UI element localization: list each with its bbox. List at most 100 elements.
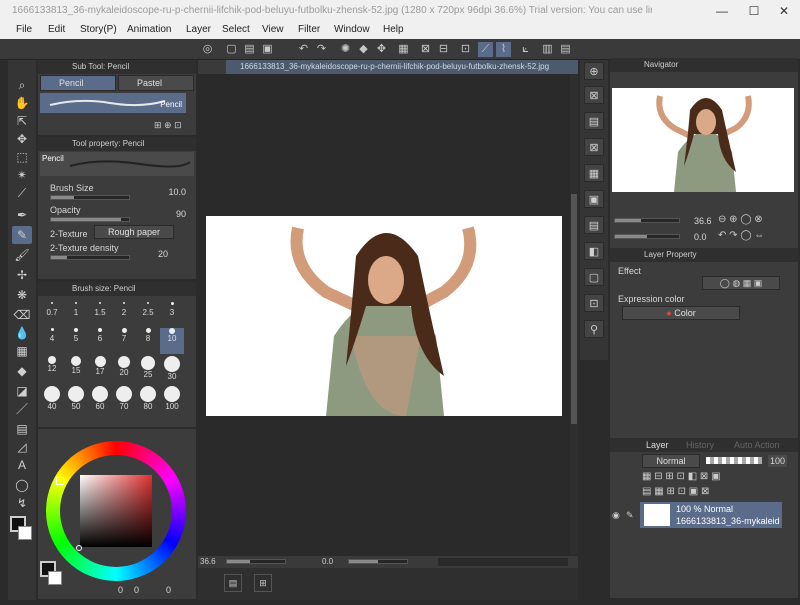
sub-color-swatch[interactable] bbox=[18, 526, 32, 540]
navigator-icon[interactable]: ⊕ bbox=[584, 62, 604, 80]
brush-size-option[interactable]: 30 bbox=[168, 372, 177, 381]
menu-window[interactable]: Window bbox=[334, 24, 370, 35]
redo-icon[interactable]: ↷ bbox=[314, 42, 329, 57]
hue-picker-cursor[interactable] bbox=[56, 477, 64, 485]
brush-size-option[interactable]: 15 bbox=[72, 366, 81, 375]
grid-snap-icon[interactable]: ⟀ bbox=[518, 42, 533, 57]
gradient-icon[interactable]: ◪ bbox=[12, 382, 32, 400]
paste-icon[interactable]: ▣ bbox=[584, 190, 604, 208]
brush-size-option[interactable]: 80 bbox=[144, 402, 153, 411]
texture-dropdown[interactable]: Rough paper bbox=[94, 225, 174, 239]
brush-size-option[interactable]: 12 bbox=[48, 364, 57, 373]
figure-icon[interactable]: ／ bbox=[12, 400, 32, 418]
vertical-scroll-thumb[interactable] bbox=[571, 194, 577, 424]
menu-edit[interactable]: Edit bbox=[48, 24, 65, 35]
layer-op-icons[interactable]: ▦ ⊟ ⊞ ⊡ ◧ ⊠ ▣ bbox=[642, 471, 721, 482]
brush-size-option[interactable]: 2.5 bbox=[142, 308, 153, 317]
ruler-icon[interactable]: ◿ bbox=[12, 438, 32, 456]
menu-select[interactable]: Select bbox=[222, 24, 250, 35]
sub-tool-item-pencil[interactable]: Pencil bbox=[40, 93, 186, 113]
layer-icon[interactable]: ⊠ bbox=[584, 86, 604, 104]
brush-size-option[interactable]: 4 bbox=[50, 334, 54, 343]
brush-size-option[interactable]: 3 bbox=[170, 308, 174, 317]
brush-size-value[interactable]: 10.0 bbox=[142, 187, 186, 197]
brush-size-option[interactable]: 7 bbox=[122, 334, 126, 343]
brush-icon[interactable]: 🖌 bbox=[12, 246, 32, 264]
sub-tool-tab-pastel[interactable]: Pastel bbox=[118, 75, 194, 91]
brush-size-option[interactable]: 17 bbox=[96, 367, 105, 376]
menu-filter[interactable]: Filter bbox=[298, 24, 320, 35]
menu-view[interactable]: View bbox=[262, 24, 284, 35]
eyedropper-icon[interactable]: ⟋ bbox=[12, 184, 32, 202]
brush-size-option[interactable]: 20 bbox=[120, 368, 129, 377]
fill-icon[interactable]: ◆ bbox=[12, 362, 32, 380]
correct-line-icon[interactable]: ↯ bbox=[12, 494, 32, 512]
brush-size-option[interactable]: 25 bbox=[144, 370, 153, 379]
brush-size-option[interactable]: 5 bbox=[74, 334, 78, 343]
navigator-rotation-value[interactable]: 0.0 bbox=[694, 232, 707, 242]
decoration-icon[interactable]: ❋ bbox=[12, 286, 32, 304]
selection-icon[interactable]: ⬚ bbox=[12, 148, 32, 166]
brush-size-option[interactable]: 100 bbox=[165, 402, 178, 411]
texture-density-value[interactable]: 20 bbox=[142, 249, 168, 259]
frame-icon[interactable]: ▤ bbox=[12, 420, 32, 438]
tab-history[interactable]: History bbox=[686, 440, 714, 450]
menu-animation[interactable]: Animation bbox=[127, 24, 171, 35]
settings-icon[interactable]: ▤ bbox=[558, 42, 573, 57]
saturation-value-square[interactable] bbox=[80, 475, 152, 547]
brush-size-option-selected[interactable]: 10 bbox=[168, 334, 177, 343]
tab-auto-action[interactable]: Auto Action bbox=[734, 440, 780, 450]
person-icon[interactable]: ⚲ bbox=[584, 320, 604, 338]
brush-size-slider[interactable] bbox=[50, 195, 130, 200]
brush-size-option[interactable]: 0.7 bbox=[46, 308, 57, 317]
timeline-icon[interactable]: ▤ bbox=[224, 574, 242, 592]
navigator-thumbnail[interactable] bbox=[612, 88, 794, 192]
opacity-slider[interactable] bbox=[50, 217, 130, 222]
zoom-slider[interactable] bbox=[226, 559, 286, 564]
move-icon[interactable]: ✥ bbox=[12, 130, 32, 148]
opacity-slider[interactable] bbox=[706, 457, 762, 464]
brush-size-option[interactable]: 1.5 bbox=[94, 308, 105, 317]
menu-story[interactable]: Story(P) bbox=[80, 24, 117, 35]
menu-help[interactable]: Help bbox=[383, 24, 404, 35]
pen-icon[interactable]: ✒ bbox=[12, 206, 32, 224]
eraser-icon[interactable]: ⌫ bbox=[12, 306, 32, 324]
new-icon[interactable]: ▢ bbox=[224, 42, 239, 57]
ruler-snap-icon[interactable]: ⟋ bbox=[478, 42, 493, 57]
layer-opacity-value[interactable]: 100 bbox=[768, 455, 788, 467]
horizontal-scrollbar[interactable] bbox=[438, 558, 568, 566]
blend-mode-dropdown[interactable]: Normal bbox=[642, 454, 700, 468]
undo-icon[interactable]: ↶ bbox=[296, 42, 311, 57]
grid-icon[interactable]: ▦ bbox=[12, 342, 32, 360]
effect-buttons[interactable]: ◯ ◍ ▦ ▣ bbox=[702, 276, 780, 290]
opacity-value[interactable]: 90 bbox=[142, 209, 186, 219]
brush-size-option[interactable]: 6 bbox=[98, 334, 102, 343]
menu-layer[interactable]: Layer bbox=[186, 24, 211, 35]
document-tab[interactable]: 1666133813_36-mykaleidoscope-ru-p-cherni… bbox=[226, 60, 578, 74]
navigator-zoom-slider[interactable] bbox=[614, 218, 680, 223]
select-all-icon[interactable]: ▦ bbox=[396, 42, 411, 57]
rotation-value[interactable]: 0.0 bbox=[322, 557, 333, 566]
brush-size-option[interactable]: 70 bbox=[120, 402, 129, 411]
sub-color-swatch[interactable] bbox=[48, 571, 62, 585]
maximize-button[interactable]: ☐ bbox=[738, 0, 770, 22]
history-icon[interactable]: ▤ bbox=[584, 112, 604, 130]
edit-pencil-icon[interactable]: ✎ bbox=[626, 510, 634, 521]
balloon-icon[interactable]: ◯ bbox=[12, 476, 32, 494]
navigator-zoom-buttons[interactable]: ⊖ ⊕ ◯ ⊗ bbox=[718, 214, 763, 225]
zoom-icon[interactable]: ⌕ bbox=[12, 76, 32, 94]
loading-icon[interactable]: ✺ bbox=[338, 42, 353, 57]
operation-icon[interactable]: ⇱ bbox=[12, 112, 32, 130]
texture-density-slider[interactable] bbox=[50, 255, 130, 260]
crop-icon[interactable]: ⊡ bbox=[458, 42, 473, 57]
layer-row[interactable]: 100 % Normal 1666133813_36-mykaleidoscop… bbox=[640, 502, 782, 528]
sub-tool-tab-pencil[interactable]: Pencil bbox=[40, 75, 116, 91]
menu-file[interactable]: File bbox=[16, 24, 32, 35]
gradient-icon[interactable]: ◧ bbox=[584, 242, 604, 260]
auto-select-icon[interactable]: ✴ bbox=[12, 166, 32, 184]
clip-studio-icon[interactable]: ◎ bbox=[200, 42, 215, 57]
zoom-value[interactable]: 36.6 bbox=[200, 557, 216, 566]
text-icon[interactable]: A bbox=[12, 456, 32, 474]
tab-layer[interactable]: Layer bbox=[646, 440, 669, 450]
canvas-image[interactable] bbox=[206, 216, 562, 416]
